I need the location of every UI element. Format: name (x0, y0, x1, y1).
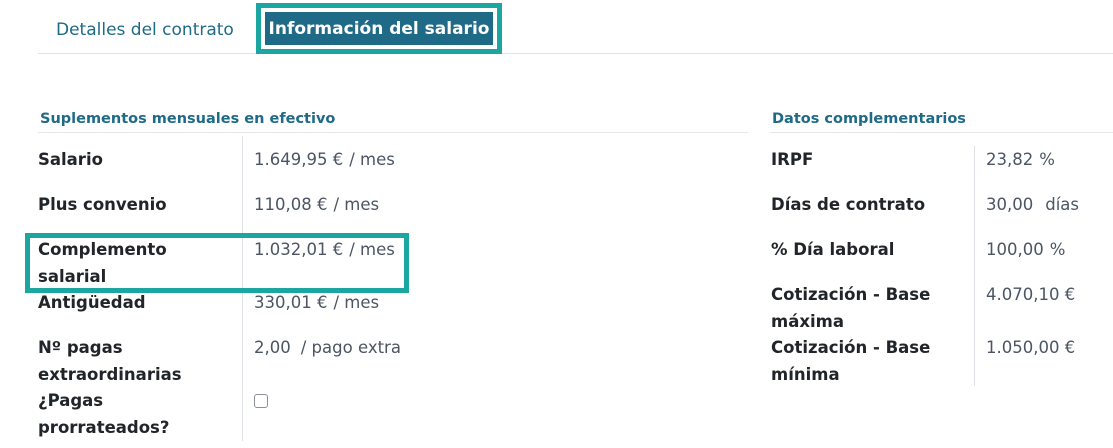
value-cotizacion-base-minima: 1.050,00 € (986, 338, 1076, 357)
value-dias-contrato: 30,00 días (986, 195, 1080, 214)
tab-bar: Detalles del contrato Información del sa… (38, 0, 1113, 54)
left-section-divider (38, 132, 748, 133)
value-dia-laboral: 100,00% (986, 240, 1066, 259)
highlight-complemento-salarial (25, 233, 409, 293)
value-irpf: 23,82% (986, 150, 1055, 169)
label-plus-convenio: Plus convenio (38, 195, 167, 214)
label-cotizacion-base-minima: Cotización - Base mínima (771, 338, 931, 384)
tab-active-highlight: Información del salario (256, 3, 502, 54)
left-section-title: Suplementos mensuales en efectivo (40, 111, 336, 127)
label-cotizacion-base-maxima: Cotización - Base máxima (771, 285, 931, 331)
label-antiguedad: Antigüedad (38, 293, 146, 312)
value-salario: 1.649,95 € / mes (254, 150, 395, 169)
value-antiguedad: 330,01 € / mes (254, 293, 380, 312)
value-cotizacion-base-maxima: 4.070,10 € (986, 285, 1076, 304)
label-salario: Salario (38, 150, 103, 169)
value-pagas-extraordinarias: 2,00/ pago extra (254, 338, 401, 357)
right-section-divider (770, 132, 1113, 133)
value-plus-convenio: 110,08 € / mes (254, 195, 380, 214)
right-section-title: Datos complementarios (772, 111, 966, 127)
right-column-divider (974, 146, 975, 386)
tab-detalles-contrato[interactable]: Detalles del contrato (56, 0, 234, 53)
label-dias-contrato: Días de contrato (771, 195, 926, 214)
pagas-prorrateados-checkbox[interactable] (254, 394, 268, 408)
label-irpf: IRPF (771, 150, 814, 169)
label-pagas-prorrateados: ¿Pagas prorrateados? (38, 391, 170, 437)
label-pagas-extraordinarias: Nº pagas extraordinarias (38, 338, 182, 384)
tab-informacion-salario[interactable]: Información del salario (265, 12, 493, 45)
label-dia-laboral: % Día laboral (771, 240, 895, 259)
